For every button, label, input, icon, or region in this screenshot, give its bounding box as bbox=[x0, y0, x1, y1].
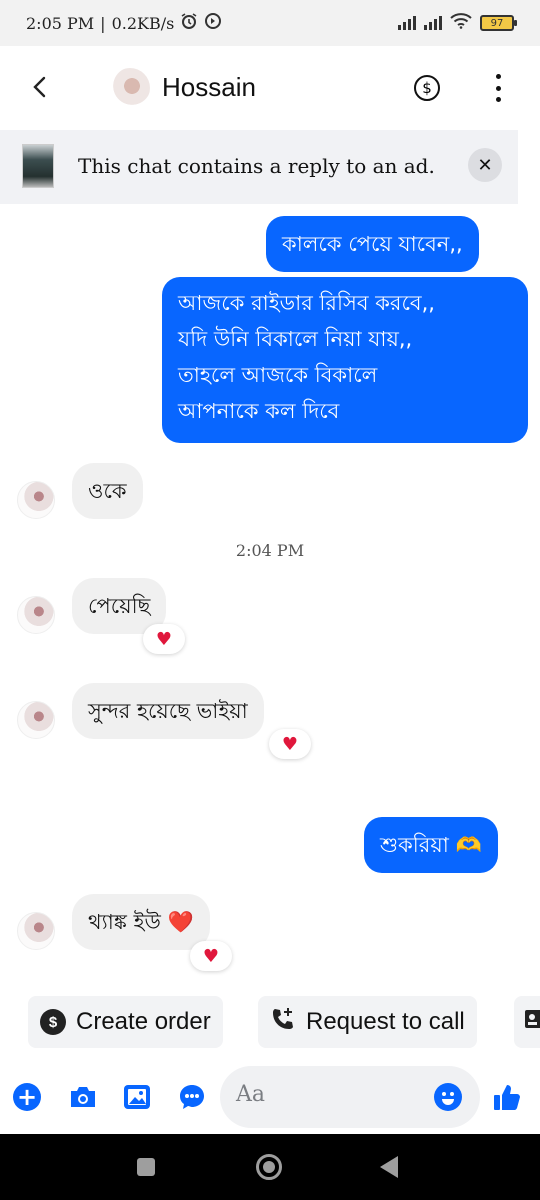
contact-card-icon bbox=[524, 1008, 540, 1037]
close-icon[interactable]: ✕ bbox=[468, 148, 502, 182]
battery-icon: 97 bbox=[480, 15, 517, 31]
alarm-icon bbox=[180, 12, 198, 34]
recents-icon[interactable] bbox=[137, 1158, 155, 1176]
message-text: ওকে bbox=[88, 479, 127, 503]
chat-bubble-icon[interactable] bbox=[177, 1082, 207, 1112]
ad-thumbnail[interactable] bbox=[22, 144, 54, 188]
emoji-icon[interactable] bbox=[434, 1083, 462, 1111]
message-input[interactable]: Aa bbox=[220, 1066, 480, 1128]
message-composer: + Aa bbox=[0, 1062, 540, 1132]
chevron-left-icon bbox=[33, 76, 46, 98]
gallery-icon[interactable] bbox=[122, 1082, 152, 1112]
request-to-call-label: Request to call bbox=[306, 1008, 465, 1035]
message-text: পেয়েছি bbox=[88, 594, 151, 618]
ad-banner-text: This chat contains a reply to an ad. bbox=[78, 154, 435, 178]
status-separator: | bbox=[100, 13, 106, 33]
message-text: থ্যাঙ্ক ইউ ❤️ bbox=[88, 910, 194, 934]
sender-avatar[interactable] bbox=[17, 701, 55, 739]
message-outgoing[interactable]: শুকরিয়া 🫶 bbox=[364, 817, 498, 873]
message-text: সুন্দর হয়েছে ভাইয়া bbox=[88, 699, 248, 723]
contact-avatar[interactable] bbox=[110, 68, 150, 108]
plus-icon[interactable]: + bbox=[12, 1082, 42, 1112]
plus-glyph: + bbox=[13, 1083, 41, 1111]
back-triangle-icon[interactable] bbox=[380, 1156, 398, 1178]
more-action-chip[interactable] bbox=[514, 996, 540, 1048]
sender-avatar[interactable] bbox=[17, 596, 55, 634]
dollar-circle-icon: $ bbox=[40, 1009, 66, 1035]
message-timestamp: 2:04 PM bbox=[235, 541, 305, 560]
message-line: যদি উনি বিকালে নিয়া যায়,, bbox=[178, 327, 413, 351]
contact-name[interactable]: Hossain bbox=[162, 72, 256, 103]
dnd-icon bbox=[204, 12, 222, 34]
home-icon[interactable] bbox=[256, 1154, 282, 1180]
chat-header: Hossain $ bbox=[0, 46, 540, 128]
create-order-button[interactable]: $ Create order bbox=[28, 996, 223, 1048]
message-line: তাহলে আজকে বিকালে bbox=[178, 363, 378, 387]
battery-level: 97 bbox=[490, 17, 504, 29]
message-text: কালকে পেয়ে যাবেন,, bbox=[282, 232, 463, 256]
sender-avatar[interactable] bbox=[17, 912, 55, 950]
message-input-placeholder: Aa bbox=[236, 1082, 266, 1107]
signal-icon-2 bbox=[424, 16, 442, 30]
wifi-icon bbox=[450, 13, 472, 33]
message-incoming[interactable]: থ্যাঙ্ক ইউ ❤️ bbox=[72, 894, 210, 950]
status-left: 2:05 PM | 0.2KB/s bbox=[26, 12, 222, 34]
status-time: 2:05 PM bbox=[26, 13, 95, 33]
sender-avatar[interactable] bbox=[17, 481, 55, 519]
message-incoming[interactable]: সুন্দর হয়েছে ভাইয়া bbox=[72, 683, 264, 739]
status-speed: 0.2KB/s bbox=[111, 13, 175, 33]
thumbs-up-icon[interactable] bbox=[492, 1082, 522, 1112]
system-nav-bar bbox=[0, 1134, 540, 1200]
camera-icon[interactable] bbox=[68, 1082, 98, 1112]
quick-actions: $ Create order Request to call bbox=[0, 996, 540, 1050]
ad-reply-banner: This chat contains a reply to an ad. ✕ bbox=[0, 130, 518, 204]
message-incoming[interactable]: ওকে bbox=[72, 463, 143, 519]
back-button[interactable] bbox=[26, 72, 56, 102]
message-outgoing[interactable]: আজকে রাইডার রিসিব করবে,, যদি উনি বিকালে … bbox=[162, 277, 528, 443]
message-outgoing[interactable]: কালকে পেয়ে যাবেন,, bbox=[266, 216, 479, 272]
more-options-icon[interactable] bbox=[490, 74, 506, 102]
message-text: শুকরিয়া 🫶 bbox=[380, 833, 482, 857]
heart-reaction-icon[interactable]: ♥ bbox=[143, 624, 185, 654]
request-to-call-button[interactable]: Request to call bbox=[258, 996, 477, 1048]
heart-reaction-icon[interactable]: ♥ bbox=[269, 729, 311, 759]
message-line: আজকে রাইডার রিসিব করবে,, bbox=[178, 291, 435, 315]
create-order-label: Create order bbox=[76, 1008, 211, 1035]
status-bar: 2:05 PM | 0.2KB/s 97 bbox=[0, 0, 540, 46]
signal-icon bbox=[398, 16, 416, 30]
heart-reaction-icon[interactable]: ♥ bbox=[190, 941, 232, 971]
phone-plus-icon bbox=[270, 1006, 296, 1039]
status-right: 97 bbox=[398, 13, 517, 33]
dollar-icon[interactable]: $ bbox=[414, 75, 440, 101]
message-line: আপনাকে কল দিবে bbox=[178, 399, 340, 423]
